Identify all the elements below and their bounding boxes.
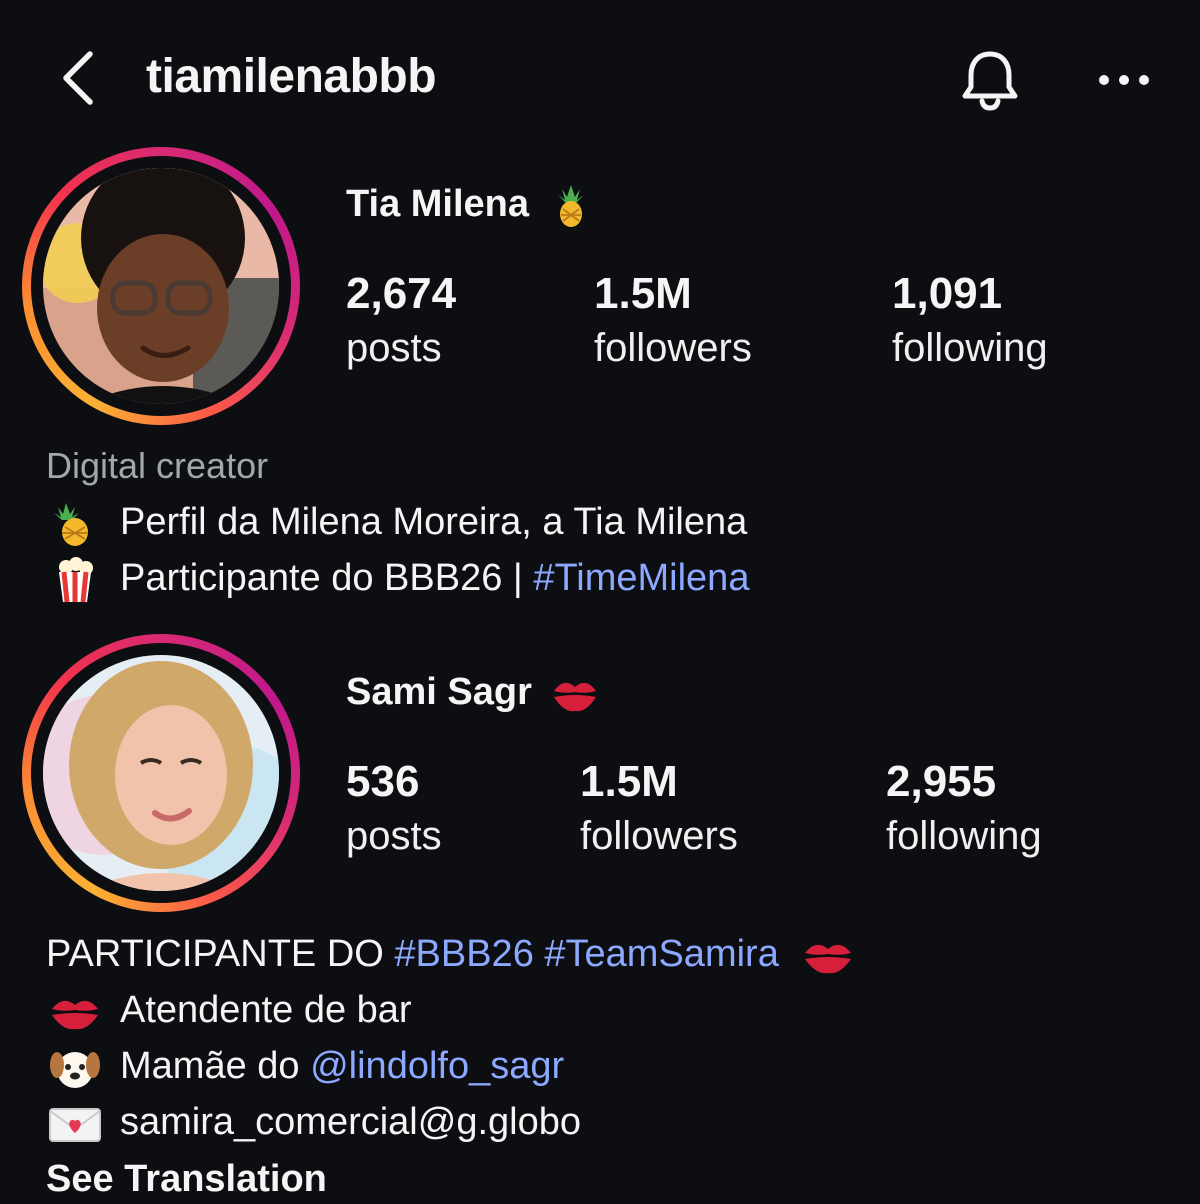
display-name: Tia Milena <box>346 180 610 229</box>
bio-line: PARTICIPANTE DO #BBB26 #TeamSamira <box>46 926 873 982</box>
kiss-mark-icon <box>550 671 600 717</box>
display-name: Sami Sagr <box>346 668 616 717</box>
profile-category: Digital creator <box>46 445 269 486</box>
mention-link[interactable]: @lindolfo_sagr <box>310 1045 564 1087</box>
ellipsis-icon <box>1099 75 1149 85</box>
story-avatar-tia-milena[interactable] <box>22 147 300 425</box>
kiss-mark-icon <box>46 989 104 1035</box>
chevron-left-icon <box>63 51 93 105</box>
dog-face-icon <box>46 1045 104 1091</box>
avatar-tia-milena <box>43 168 279 404</box>
back-button[interactable] <box>52 46 112 110</box>
bio-line: Participante do BBB26 | #TimeMilena <box>46 550 749 606</box>
story-avatar-sami-sagr[interactable] <box>22 634 300 912</box>
bio-line: Perfil da Milena Moreira, a Tia Milena <box>46 494 747 550</box>
bio-line: Atendente de bar <box>46 982 412 1038</box>
bio-line: Mamãe do @lindolfo_sagr <box>46 1038 564 1094</box>
notifications-button[interactable] <box>955 45 1025 115</box>
see-translation-button[interactable]: See Translation <box>46 1154 327 1204</box>
pineapple-icon <box>548 183 594 229</box>
avatar-sami-sagr <box>43 655 279 891</box>
bell-icon <box>962 51 1018 111</box>
posts-count[interactable]: 2,674 posts <box>346 268 456 376</box>
profile-username: tiamilenabbb <box>146 50 437 103</box>
bio-line: samira_comercial@g.globo <box>46 1094 581 1150</box>
hashtag-link[interactable]: #BBB26 <box>394 933 533 975</box>
followers-count[interactable]: 1.5M followers <box>580 756 738 864</box>
followers-count[interactable]: 1.5M followers <box>594 268 752 376</box>
hashtag-link[interactable]: #TeamSamira <box>544 933 778 975</box>
popcorn-icon <box>46 556 104 603</box>
love-letter-icon <box>46 1101 104 1147</box>
following-count[interactable]: 2,955 following <box>886 756 1042 864</box>
hashtag-link[interactable]: #TimeMilena <box>533 557 749 599</box>
pineapple-icon <box>46 501 104 547</box>
more-options-button[interactable] <box>1094 55 1154 105</box>
following-count[interactable]: 1,091 following <box>892 268 1048 376</box>
posts-count[interactable]: 536 posts <box>346 756 442 864</box>
kiss-mark-icon <box>799 933 857 979</box>
